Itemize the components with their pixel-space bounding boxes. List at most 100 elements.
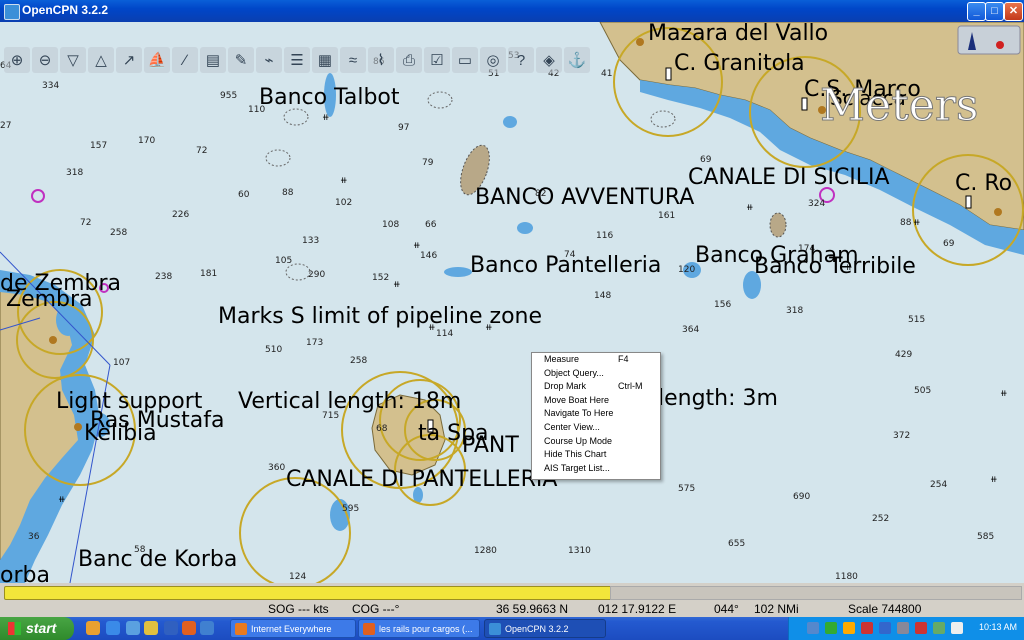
help-icon[interactable]: ? [508, 47, 534, 73]
menu-item-object-query[interactable]: Object Query... [532, 367, 660, 381]
sounding: 97 [398, 123, 409, 133]
windows-logo-icon [8, 622, 21, 635]
menu-item-course-up[interactable]: Course Up Mode [532, 435, 660, 449]
menu-label: Center View... [544, 421, 600, 432]
zoom-in-icon[interactable]: ⊕ [4, 47, 30, 73]
sounding: 181 [200, 269, 217, 279]
menu-label: Measure [544, 354, 580, 364]
mob-icon[interactable]: ◎ [480, 47, 506, 73]
media-icon[interactable] [200, 621, 214, 635]
sounding: 114 [436, 329, 453, 339]
sounding: 318 [786, 306, 803, 316]
bluetooth-icon[interactable] [879, 622, 891, 634]
menu-item-navigate[interactable]: Navigate To Here [532, 407, 660, 421]
cog-readout: COG ---° [352, 602, 400, 616]
sounding: 515 [908, 315, 925, 325]
task-les-rails[interactable]: les rails pour cargos (... [358, 619, 480, 638]
menu-item-measure[interactable]: Measure F4 [532, 353, 660, 367]
opencpn-app-icon [4, 4, 20, 20]
firefox-icon[interactable] [182, 621, 196, 635]
task-internet-everywhere[interactable]: Internet Everywhere [230, 619, 356, 638]
close-button[interactable]: ✕ [1004, 2, 1023, 21]
svg-text:⧺: ⧺ [340, 176, 348, 186]
menu-item-ais-list[interactable]: AIS Target List... [532, 462, 660, 476]
gps-icon[interactable]: ✎ [228, 47, 254, 73]
desktop-icon[interactable] [164, 621, 178, 635]
current-icon[interactable]: ≈ [340, 47, 366, 73]
label-pant: PANT [462, 433, 519, 458]
zoom-out-icon[interactable]: ⊖ [32, 47, 58, 73]
messenger-icon[interactable] [126, 621, 140, 635]
label-canale-sicilia: CANALE DI SICILIA [688, 165, 890, 190]
title-bar: OpenCPN 3.2.2 _ □ ✕ [0, 0, 1024, 22]
sounding: 1310 [568, 546, 591, 556]
sounding: 79 [422, 158, 434, 168]
scale-in-icon[interactable]: ▽ [60, 47, 86, 73]
scale-out-icon[interactable]: △ [88, 47, 114, 73]
task-opencpn[interactable]: OpenCPN 3.2.2 [484, 619, 606, 638]
antivirus-icon[interactable] [861, 622, 873, 634]
sounding: 575 [678, 484, 695, 494]
tide-icon[interactable]: ∕ [172, 47, 198, 73]
label-canale-pantelleria: CANALE DI PANTELLERIA [286, 467, 557, 492]
compass-widget[interactable] [957, 25, 1021, 55]
start-button[interactable]: start [0, 617, 74, 640]
sounding: 173 [306, 338, 323, 348]
volume-icon[interactable] [897, 622, 909, 634]
anchor-icon[interactable]: ⚓ [564, 47, 590, 73]
quilt-icon[interactable]: ▤ [200, 47, 226, 73]
sounding: 318 [66, 168, 83, 178]
chart-canvas[interactable]: ⧺⧺⧺ ⧺⧺⧺ ⧺⧺⧺ ⧺⧺⧺ 64 334 86 51 42 41 53 95… [0, 22, 1024, 583]
menu-label: Object Query... [544, 367, 604, 378]
svg-text:⧺: ⧺ [393, 280, 401, 290]
tides-icon[interactable]: ⌇ [368, 47, 394, 73]
taskbar: start Internet Everywhere les rails pour… [0, 617, 1024, 640]
sounding: 324 [808, 199, 825, 209]
ais-icon[interactable]: ⛵ [144, 47, 170, 73]
track-icon[interactable]: ⌁ [256, 47, 282, 73]
sounding: 88 [282, 188, 294, 198]
settings-icon[interactable]: ▦ [312, 47, 338, 73]
folder-icon[interactable] [144, 621, 158, 635]
menu-item-hide-chart[interactable]: Hide This Chart [532, 448, 660, 462]
chart-drawing: ⧺⧺⧺ ⧺⧺⧺ ⧺⧺⧺ ⧺⧺⧺ 64 334 86 51 42 41 53 95… [0, 22, 1024, 583]
screenshot-icon[interactable]: ◈ [536, 47, 562, 73]
battery-icon[interactable] [933, 622, 945, 634]
color-scheme-icon[interactable]: ☰ [284, 47, 310, 73]
menu-label: Drop Mark [544, 381, 587, 392]
sounding: 146 [420, 251, 437, 261]
start-label: start [26, 620, 57, 636]
menu-item-drop-mark[interactable]: Drop Mark Ctrl-M [532, 380, 660, 394]
chart-bar-empty [610, 586, 1022, 600]
sounding: 69 [943, 239, 955, 249]
chart-bar-active-chart[interactable] [4, 586, 612, 600]
shield-icon[interactable] [825, 622, 837, 634]
label-zembra-2: Zembra [6, 287, 93, 312]
alert-icon[interactable] [915, 622, 927, 634]
sounding: 124 [289, 572, 306, 582]
system-tray: 10:13 AM [788, 617, 1024, 640]
task-label: OpenCPN 3.2.2 [505, 624, 569, 634]
label-banc-korba: Banc de Korba [78, 547, 237, 572]
route-icon[interactable]: ↗ [116, 47, 142, 73]
sounding: 955 [220, 91, 237, 101]
chrome-icon[interactable] [86, 621, 100, 635]
safe-remove-icon[interactable] [951, 622, 963, 634]
maximize-button[interactable]: □ [985, 2, 1004, 21]
menu-item-move-boat[interactable]: Move Boat Here [532, 394, 660, 408]
update-icon[interactable] [843, 622, 855, 634]
sounding: 595 [342, 504, 359, 514]
ie-icon[interactable] [106, 621, 120, 635]
context-menu: Measure F4 Object Query... Drop Mark Ctrl-… [531, 352, 661, 480]
sounding: 510 [265, 345, 282, 355]
print-icon[interactable]: ⎙ [396, 47, 422, 73]
menu-item-center-view[interactable]: Center View... [532, 421, 660, 435]
clock[interactable]: 10:13 AM [979, 622, 1017, 632]
network-icon[interactable] [807, 622, 819, 634]
route-manager-icon[interactable]: ☑ [424, 47, 450, 73]
label-banco-terribile: Banco Terribile [754, 254, 916, 279]
minimize-button[interactable]: _ [967, 2, 986, 21]
bearing-readout: 044° [714, 602, 739, 616]
sounding: 68 [376, 424, 388, 434]
chart-bar-icon[interactable]: ▭ [452, 47, 478, 73]
